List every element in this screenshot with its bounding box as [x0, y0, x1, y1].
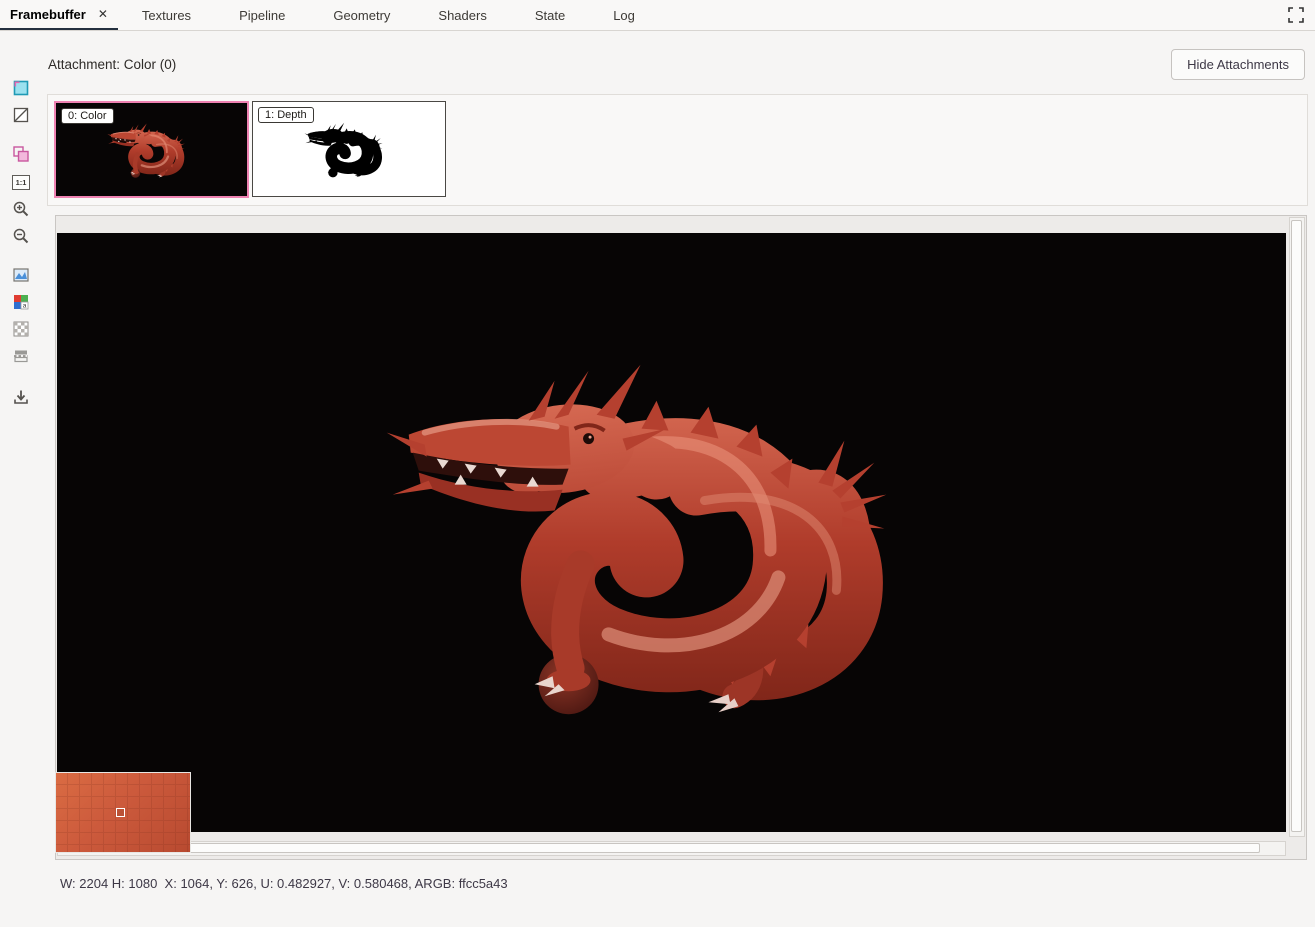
wireframe-icon[interactable] [12, 106, 30, 124]
actual-size-label: 1:1 [12, 175, 30, 190]
viewer-toolbar: 1:1 a [0, 31, 42, 927]
tab-textures-label: Textures [142, 8, 191, 23]
framebuffer-canvas[interactable] [55, 215, 1307, 860]
attachment-chip-color: 0: Color [61, 108, 114, 124]
histogram-icon[interactable] [12, 266, 30, 284]
fullscreen-icon[interactable] [1287, 6, 1305, 24]
save-icon[interactable] [12, 388, 30, 406]
dragon-render [57, 233, 1286, 832]
tab-bar: Framebuffer ✕ Textures Pipeline Geometry… [0, 0, 1315, 31]
attachment-chip-depth: 1: Depth [258, 107, 314, 123]
tab-state[interactable]: State [511, 0, 589, 30]
picked-pixel-marker [116, 808, 125, 817]
tab-pipeline-label: Pipeline [239, 8, 285, 23]
overlay-icon[interactable] [12, 145, 30, 163]
tab-geometry[interactable]: Geometry [309, 0, 414, 30]
horizontal-scrollbar[interactable] [57, 841, 1286, 856]
tab-textures[interactable]: Textures [118, 0, 215, 30]
close-icon[interactable]: ✕ [98, 8, 108, 20]
tab-pipeline[interactable]: Pipeline [215, 0, 309, 30]
framebuffer-image[interactable] [57, 233, 1286, 832]
vertical-scrollbar[interactable] [1289, 217, 1305, 837]
pixel-magnifier [55, 772, 191, 853]
tab-geometry-label: Geometry [333, 8, 390, 23]
framebuffer-viewer-window: Framebuffer ✕ Textures Pipeline Geometry… [0, 0, 1315, 927]
tab-shaders[interactable]: Shaders [414, 0, 510, 30]
zoom-in-icon[interactable] [12, 200, 30, 218]
color-buffer-icon[interactable] [12, 79, 30, 97]
color-channels-icon[interactable]: a [12, 293, 30, 311]
tab-framebuffer[interactable]: Framebuffer ✕ [0, 0, 118, 30]
attachment-label: Attachment: Color (0) [48, 57, 176, 72]
attachment-thumbnail-color[interactable]: 0: Color [54, 101, 249, 198]
tab-state-label: State [535, 8, 565, 23]
attachment-thumbnail-depth[interactable]: 1: Depth [252, 101, 446, 197]
horizontal-scrollbar-thumb[interactable] [60, 843, 1260, 853]
actual-size-icon[interactable]: 1:1 [12, 173, 30, 191]
tab-framebuffer-label: Framebuffer [10, 7, 86, 22]
tab-shaders-label: Shaders [438, 8, 486, 23]
tab-log-label: Log [613, 8, 635, 23]
zoom-out-icon[interactable] [12, 227, 30, 245]
attachments-strip: 0: Color 1: Depth [47, 94, 1308, 206]
svg-text:a: a [23, 303, 27, 310]
status-bar: W: 2204 H: 1080 X: 1064, Y: 626, U: 0.48… [60, 876, 508, 891]
tab-log[interactable]: Log [589, 0, 659, 30]
flip-vertical-icon[interactable] [12, 347, 30, 365]
checkerboard-icon[interactable] [12, 320, 30, 338]
vertical-scrollbar-thumb[interactable] [1291, 220, 1302, 832]
hide-attachments-button[interactable]: Hide Attachments [1171, 49, 1305, 80]
